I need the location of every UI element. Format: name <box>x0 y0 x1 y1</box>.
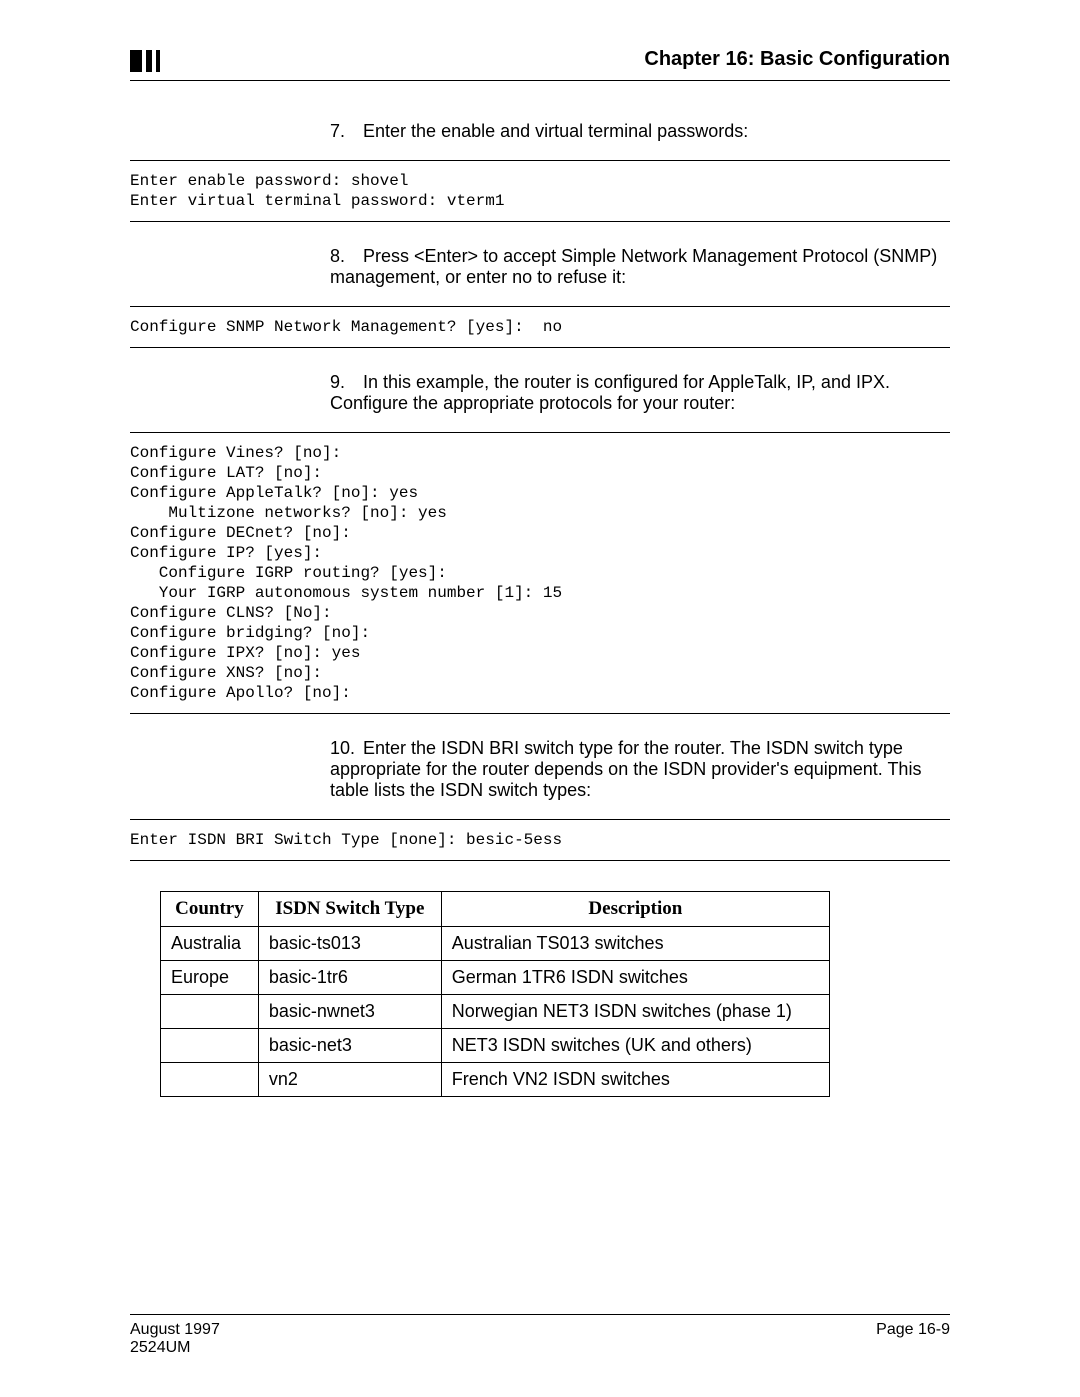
cell-switch: basic-net3 <box>258 1029 441 1063</box>
cell-country <box>161 1063 259 1097</box>
terminal-block-3: Configure Vines? [no]: Configure LAT? [n… <box>130 443 950 703</box>
cell-desc: German 1TR6 ISDN switches <box>441 961 829 995</box>
page: Chapter 16: Basic Configuration 7. Enter… <box>0 0 1080 1397</box>
cell-desc: NET3 ISDN switches (UK and others) <box>441 1029 829 1063</box>
chapter-title: Chapter 16: Basic Configuration <box>644 48 950 71</box>
page-header: Chapter 16: Basic Configuration <box>130 48 950 81</box>
footer-right: Page 16-9 <box>876 1321 950 1357</box>
cell-switch: basic-1tr6 <box>258 961 441 995</box>
th-country: Country <box>161 892 259 927</box>
step-9: 9. In this example, the router is config… <box>330 372 950 414</box>
cell-country: Europe <box>161 961 259 995</box>
cell-desc: Australian TS013 switches <box>441 927 829 961</box>
step-number: 8. <box>330 246 358 267</box>
table-row: Europe basic-1tr6 German 1TR6 ISDN switc… <box>161 961 830 995</box>
step-number: 7. <box>330 121 358 142</box>
table-row: basic-net3 NET3 ISDN switches (UK and ot… <box>161 1029 830 1063</box>
step-text: Enter the ISDN BRI switch type for the r… <box>330 738 921 800</box>
step-10: 10. Enter the ISDN BRI switch type for t… <box>330 738 950 801</box>
divider <box>130 713 950 714</box>
cell-country: Australia <box>161 927 259 961</box>
footer-left: August 1997 2524UM <box>130 1321 220 1357</box>
cell-country <box>161 995 259 1029</box>
cell-switch: basic-nwnet3 <box>258 995 441 1029</box>
footer-doc: 2524UM <box>130 1339 190 1356</box>
cell-switch: vn2 <box>258 1063 441 1097</box>
page-footer: August 1997 2524UM Page 16-9 <box>130 1314 950 1357</box>
terminal-block-4: Enter ISDN BRI Switch Type [none]: besic… <box>130 830 950 850</box>
table-header-row: Country ISDN Switch Type Description <box>161 892 830 927</box>
cell-switch: basic-ts013 <box>258 927 441 961</box>
divider <box>130 860 950 861</box>
cell-desc: French VN2 ISDN switches <box>441 1063 829 1097</box>
divider <box>130 221 950 222</box>
step-8: 8. Press <Enter> to accept Simple Networ… <box>330 246 950 288</box>
brand-logo-icon <box>130 48 166 74</box>
step-number: 10. <box>330 738 358 759</box>
divider <box>130 306 950 307</box>
divider <box>130 432 950 433</box>
step-text: Enter the enable and virtual terminal pa… <box>363 121 748 141</box>
cell-desc: Norwegian NET3 ISDN switches (phase 1) <box>441 995 829 1029</box>
step-text: In this example, the router is configure… <box>330 372 890 413</box>
cell-country <box>161 1029 259 1063</box>
terminal-block-1: Enter enable password: shovel Enter virt… <box>130 171 950 211</box>
step-text: Press <Enter> to accept Simple Network M… <box>330 246 937 287</box>
isdn-switch-table: Country ISDN Switch Type Description Aus… <box>160 891 830 1097</box>
th-description: Description <box>441 892 829 927</box>
table-row: Australia basic-ts013 Australian TS013 s… <box>161 927 830 961</box>
divider <box>130 347 950 348</box>
th-switch-type: ISDN Switch Type <box>258 892 441 927</box>
table-row: basic-nwnet3 Norwegian NET3 ISDN switche… <box>161 995 830 1029</box>
footer-date: August 1997 <box>130 1321 220 1338</box>
step-7: 7. Enter the enable and virtual terminal… <box>330 121 950 142</box>
table-row: vn2 French VN2 ISDN switches <box>161 1063 830 1097</box>
divider <box>130 819 950 820</box>
footer-page: Page 16-9 <box>876 1321 950 1338</box>
terminal-block-2: Configure SNMP Network Management? [yes]… <box>130 317 950 337</box>
divider <box>130 160 950 161</box>
step-number: 9. <box>330 372 358 393</box>
